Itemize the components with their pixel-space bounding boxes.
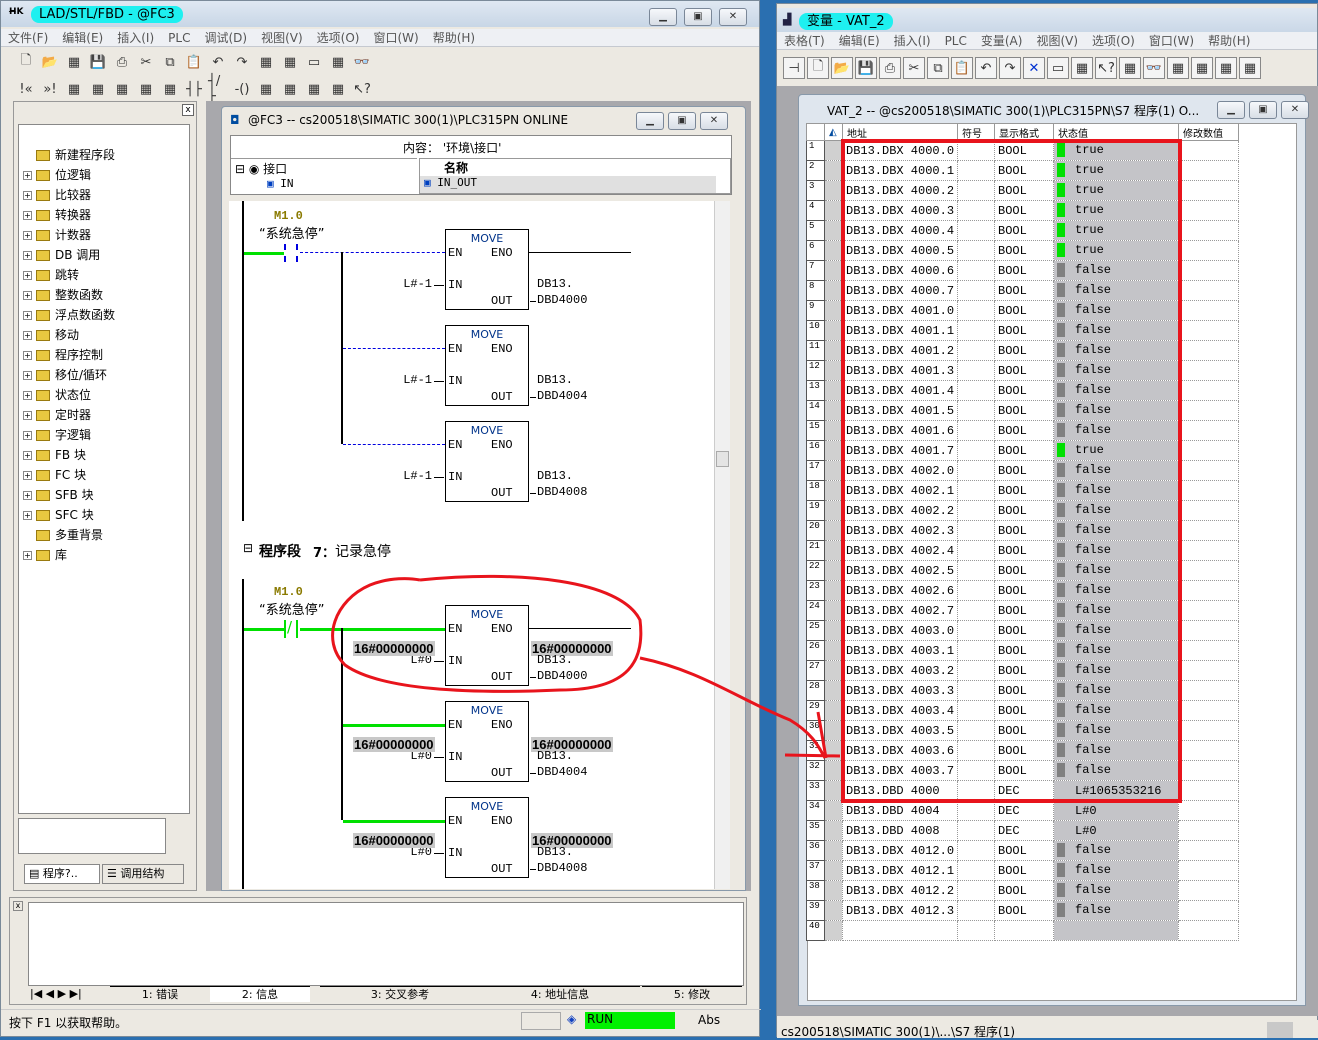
annotation-rectangle	[841, 139, 1182, 803]
annotation-arrow	[639, 656, 841, 759]
annotation-overlay	[331, 139, 1182, 803]
annotation-circle	[331, 574, 643, 693]
